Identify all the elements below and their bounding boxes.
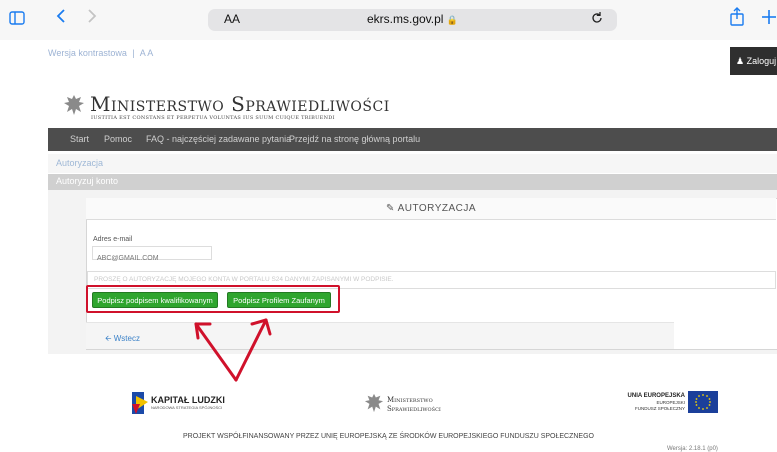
section-bar: Autoryzuj konto bbox=[48, 174, 777, 190]
email-field[interactable] bbox=[92, 246, 219, 265]
url-text: ekrs.ms.gov.pl 🔒 bbox=[366, 12, 459, 26]
user-icon: ♟ bbox=[736, 56, 745, 66]
annotation-arrows bbox=[170, 310, 280, 390]
breadcrumb: Autoryzacja bbox=[48, 154, 777, 173]
login-button[interactable]: ♟ Zaloguj bbox=[730, 47, 777, 75]
lock-icon: 🔒 bbox=[446, 15, 459, 25]
share-icon[interactable] bbox=[729, 7, 745, 32]
accessibility-links: Wersja kontrastowa | A A bbox=[48, 48, 153, 58]
panel-title: ✎ AUTORYZACJA bbox=[385, 203, 477, 214]
contrast-link[interactable]: Wersja kontrastowa bbox=[48, 48, 127, 58]
font-size-link[interactable]: A A bbox=[140, 48, 154, 58]
footer-text: PROJEKT WSPÓŁFINANSOWANY PRZEZ UNIĘ EURO… bbox=[183, 433, 594, 440]
eagle-emblem-icon bbox=[63, 93, 85, 122]
ms-logo-line1: Ministerstwo bbox=[387, 396, 433, 404]
separator: | bbox=[132, 48, 135, 58]
ue-line1: UNIA EUROPEJSKA bbox=[627, 393, 685, 399]
ms-logo-line2: Sprawiedliwości bbox=[387, 405, 441, 413]
section-title: Autoryzuj konto bbox=[56, 176, 119, 186]
kl-title: KAPITAŁ LUDZKI bbox=[151, 395, 225, 405]
buttons-highlight-box bbox=[86, 285, 340, 313]
eu-flag-icon bbox=[688, 391, 718, 413]
breadcrumb-link[interactable]: Autoryzacja bbox=[56, 158, 103, 168]
new-tab-icon[interactable] bbox=[762, 9, 776, 30]
back-arrow-icon[interactable] bbox=[56, 8, 66, 28]
nav-faq[interactable]: FAQ - najczęściej zadawane pytania bbox=[146, 134, 291, 144]
ms-emblem-icon bbox=[364, 392, 384, 419]
statement-text: PROSZĘ O AUTORYZACJĘ MOJEGO KONTA W PORT… bbox=[94, 276, 394, 283]
nav-start[interactable]: Start bbox=[70, 134, 89, 144]
kapital-ludzki-logo-icon bbox=[130, 390, 150, 421]
panel-header: ✎ AUTORYZACJA bbox=[86, 198, 776, 220]
email-label: Adres e-mail bbox=[93, 236, 133, 243]
sidebar-icon[interactable] bbox=[9, 10, 25, 29]
main-nav: Start Pomoc FAQ - najczęściej zadawane p… bbox=[48, 128, 777, 151]
address-bar[interactable]: AA ekrs.ms.gov.pl 🔒 bbox=[208, 9, 617, 31]
arrow-left-icon: 🡨 bbox=[105, 334, 112, 343]
back-link[interactable]: 🡨 Wstecz bbox=[105, 333, 140, 347]
nav-portal-home[interactable]: Przejdź na stronę główną portalu bbox=[289, 134, 420, 144]
version-text: Wersja: 2.18.1 (p0) bbox=[667, 446, 718, 452]
reload-icon[interactable] bbox=[591, 11, 603, 28]
ue-line3: FUNDUSZ SPOŁECZNY bbox=[634, 406, 685, 411]
edit-icon: ✎ bbox=[385, 203, 395, 214]
brand-motto: IUSTITIA EST CONSTANS ET PERPETUA VOLUNT… bbox=[91, 115, 335, 121]
kl-subtitle: NARODOWA STRATEGIA SPÓJNOŚCI bbox=[151, 405, 223, 410]
email-input[interactable] bbox=[93, 252, 219, 265]
nav-help[interactable]: Pomoc bbox=[104, 134, 132, 144]
brand-title: Ministerstwo Sprawiedliwości bbox=[90, 92, 390, 116]
ue-line2: EUROPEJSKI bbox=[656, 400, 685, 405]
forward-arrow-icon[interactable] bbox=[87, 8, 97, 28]
